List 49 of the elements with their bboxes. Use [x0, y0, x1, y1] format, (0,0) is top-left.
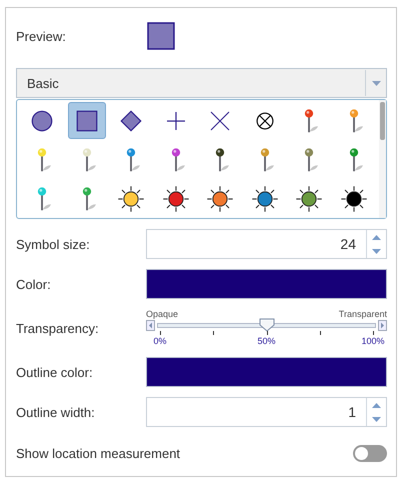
- location-measurement-label: Show location measurement: [16, 446, 180, 461]
- pushpin-icon: [172, 148, 185, 171]
- square-icon: [147, 22, 175, 50]
- sun-icon: [252, 185, 278, 212]
- toggle-switch[interactable]: [353, 445, 387, 462]
- transparent-label: Transparent: [338, 309, 387, 319]
- pushpin-icon: [127, 148, 140, 171]
- pushpin-icon: [260, 148, 274, 171]
- slider-right-icon[interactable]: [378, 320, 387, 330]
- transparency-label: Transparency:: [16, 320, 100, 336]
- pushpin-icon: [82, 148, 96, 171]
- pushpin-icon: [350, 148, 363, 171]
- symbol-option[interactable]: [68, 102, 106, 139]
- pushpin-icon: [305, 148, 318, 171]
- preview-label: Preview:: [16, 28, 67, 44]
- scrollbar[interactable]: [379, 100, 386, 218]
- outline-width-label: Outline width:: [16, 404, 96, 420]
- sun-icon: [207, 185, 234, 212]
- pushpin-icon: [82, 186, 96, 210]
- pushpin-icon: [38, 148, 52, 171]
- sun-icon: [340, 185, 367, 212]
- category-dropdown[interactable]: Basic: [16, 68, 387, 98]
- plus-icon: [166, 110, 186, 130]
- x-icon: [210, 111, 230, 130]
- tick-label: 50%: [258, 336, 276, 346]
- opaque-label: Opaque: [146, 309, 178, 319]
- pushpin-icon: [38, 186, 52, 210]
- outline-color-swatch[interactable]: [146, 357, 387, 387]
- square-icon: [76, 110, 98, 131]
- tick-label: 0%: [154, 336, 166, 346]
- color-label: Color:: [16, 276, 52, 292]
- symbol-size-field[interactable]: 24: [146, 229, 387, 259]
- pushpin-icon: [350, 108, 363, 132]
- color-swatch[interactable]: [146, 269, 387, 299]
- outline-color-label: Outline color:: [16, 364, 94, 380]
- circle-icon: [32, 110, 53, 131]
- pushpin-icon: [216, 148, 230, 171]
- diamond-icon: [120, 110, 142, 132]
- sun-icon: [118, 185, 144, 212]
- pushpin-icon: [305, 108, 318, 132]
- symbol-size-label: Symbol size:: [16, 236, 91, 252]
- outline-width-field[interactable]: 1: [146, 397, 387, 427]
- dropdown-caret-icon: [372, 80, 380, 86]
- slider-thumb[interactable]: [258, 318, 274, 332]
- sun-icon: [296, 185, 322, 212]
- tick-label: 100%: [361, 336, 385, 346]
- slider-left-icon[interactable]: [146, 320, 155, 330]
- circled-x-icon: [256, 112, 274, 129]
- sun-icon: [162, 185, 189, 212]
